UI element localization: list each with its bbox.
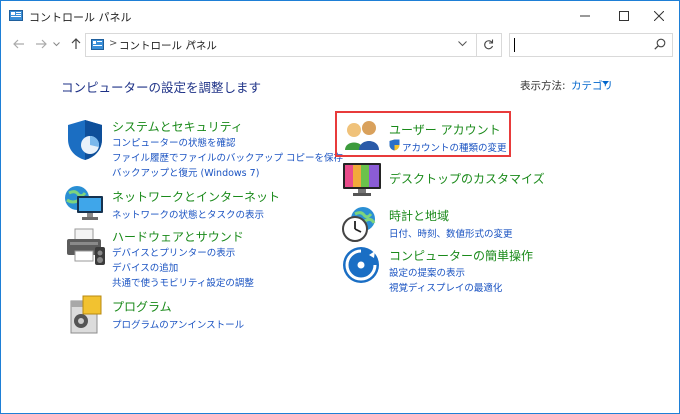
link-file-history-backup[interactable]: ファイル履歴でファイルのバックアップ コピーを保存: [112, 150, 343, 164]
category-programs[interactable]: プログラム: [112, 298, 172, 315]
category-clock-region[interactable]: 時計と地域: [389, 207, 449, 224]
breadcrumb-separator-icon[interactable]: >: [187, 38, 195, 49]
link-network-status-tasks[interactable]: ネットワークの状態とタスクの表示: [112, 207, 264, 221]
category-hardware-sound[interactable]: ハードウェアとサウンド: [112, 228, 244, 245]
shield-icon[interactable]: [65, 119, 105, 161]
chevron-down-icon: [53, 42, 60, 47]
link-suggested-settings[interactable]: 設定の提案の表示: [389, 265, 465, 279]
address-bar[interactable]: > コントロール パネル >: [85, 33, 477, 57]
breadcrumb-separator-icon[interactable]: >: [109, 38, 117, 49]
close-button[interactable]: [639, 1, 679, 31]
control-panel-small-icon: [91, 39, 104, 50]
minimize-button[interactable]: [565, 1, 605, 31]
link-optimize-visual-display[interactable]: 視覚ディスプレイの最適化: [389, 280, 502, 294]
category-ease-of-access[interactable]: コンピューターの簡単操作: [389, 247, 533, 264]
forward-button[interactable]: [33, 36, 49, 52]
view-by-label: 表示方法:: [520, 80, 566, 92]
forward-arrow-icon: [36, 39, 47, 49]
search-box[interactable]: [509, 33, 673, 57]
refresh-icon: [484, 39, 494, 50]
category-appearance-personalization[interactable]: デスクトップのカスタマイズ: [389, 170, 545, 187]
refresh-button[interactable]: [477, 33, 502, 57]
control-panel-app-icon: [9, 10, 23, 21]
link-check-computer-status[interactable]: コンピューターの状態を確認: [112, 135, 236, 149]
clock-globe-icon[interactable]: [341, 205, 379, 243]
text-caret: [514, 38, 515, 52]
up-arrow-icon: [71, 38, 81, 49]
chevron-down-icon[interactable]: [458, 41, 467, 47]
ease-of-access-icon[interactable]: [342, 246, 380, 284]
link-uninstall-program[interactable]: プログラムのアンインストール: [112, 317, 244, 331]
recent-locations-button[interactable]: [53, 36, 63, 52]
highlight-box: [335, 111, 511, 157]
programs-icon[interactable]: [67, 295, 105, 335]
maximize-icon: [619, 11, 629, 21]
up-button[interactable]: [69, 36, 85, 52]
link-mobility-settings[interactable]: 共通で使うモビリティ設定の調整: [112, 275, 254, 289]
window-title: コントロール パネル: [29, 11, 132, 24]
navigation-bar: > コントロール パネル >: [1, 31, 679, 57]
link-devices-printers[interactable]: デバイスとプリンターの表示: [112, 245, 235, 259]
link-add-device[interactable]: デバイスの追加: [112, 260, 178, 274]
category-system-security[interactable]: システムとセキュリティ: [112, 118, 243, 135]
close-icon: [654, 11, 664, 21]
network-globe-icon[interactable]: [63, 184, 107, 222]
link-backup-restore[interactable]: バックアップと復元 (Windows 7): [112, 165, 259, 179]
title-bar[interactable]: コントロール パネル: [1, 1, 679, 31]
link-change-date-time-format[interactable]: 日付、時刻、数値形式の変更: [389, 226, 513, 240]
minimize-icon: [580, 15, 590, 17]
page-heading: コンピューターの設定を調整します: [61, 80, 262, 95]
search-input[interactable]: [512, 36, 646, 52]
search-icon[interactable]: [654, 38, 666, 50]
monitor-icon[interactable]: [341, 161, 383, 197]
category-network-internet[interactable]: ネットワークとインターネット: [112, 188, 280, 205]
view-by-caret-icon[interactable]: [602, 81, 609, 85]
printer-icon[interactable]: [65, 227, 107, 267]
control-panel-window: コントロール パネル > コントロール パネル > コンピューターの設定を調整し…: [0, 0, 680, 414]
maximize-button[interactable]: [604, 1, 644, 31]
back-button[interactable]: [11, 36, 27, 52]
back-arrow-icon: [13, 39, 24, 49]
breadcrumb-control-panel[interactable]: コントロール パネル: [119, 38, 217, 53]
